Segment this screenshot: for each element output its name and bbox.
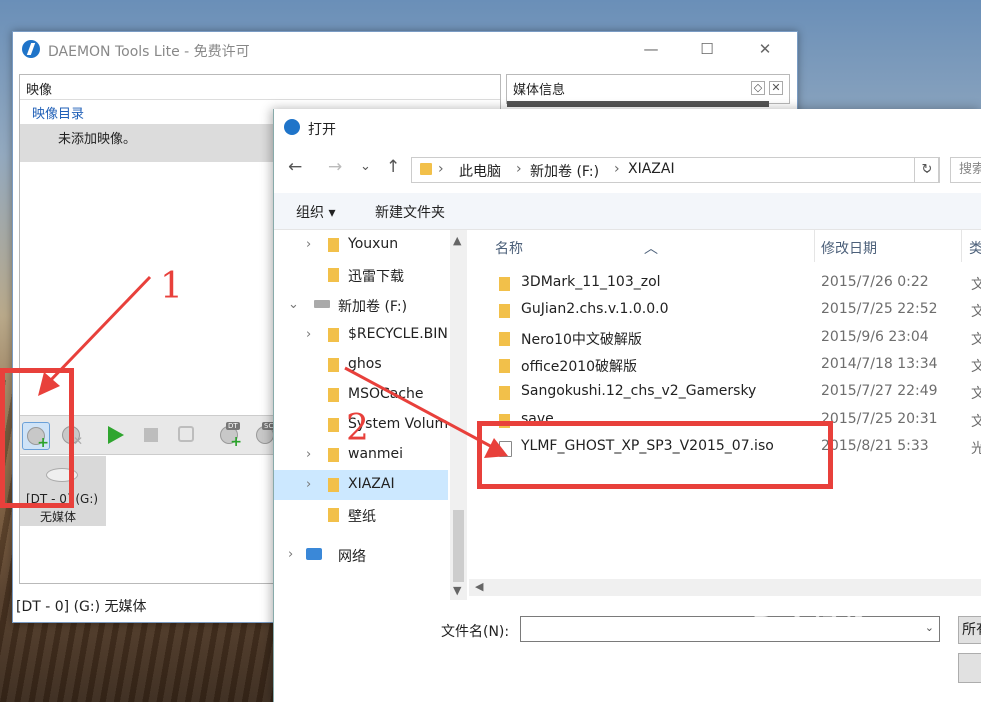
- arrow-2-head: [484, 438, 508, 458]
- arrow-2-line: [344, 366, 495, 450]
- watermark-url: jingyan.baidu.com: [758, 655, 869, 669]
- annotation-arrows: [38, 275, 508, 458]
- arrow-1-line: [46, 275, 152, 385]
- baidu-watermark: Bai 经验 jingyan.baidu.com: [752, 605, 972, 695]
- watermark-brand: Bai 经验: [752, 610, 868, 643]
